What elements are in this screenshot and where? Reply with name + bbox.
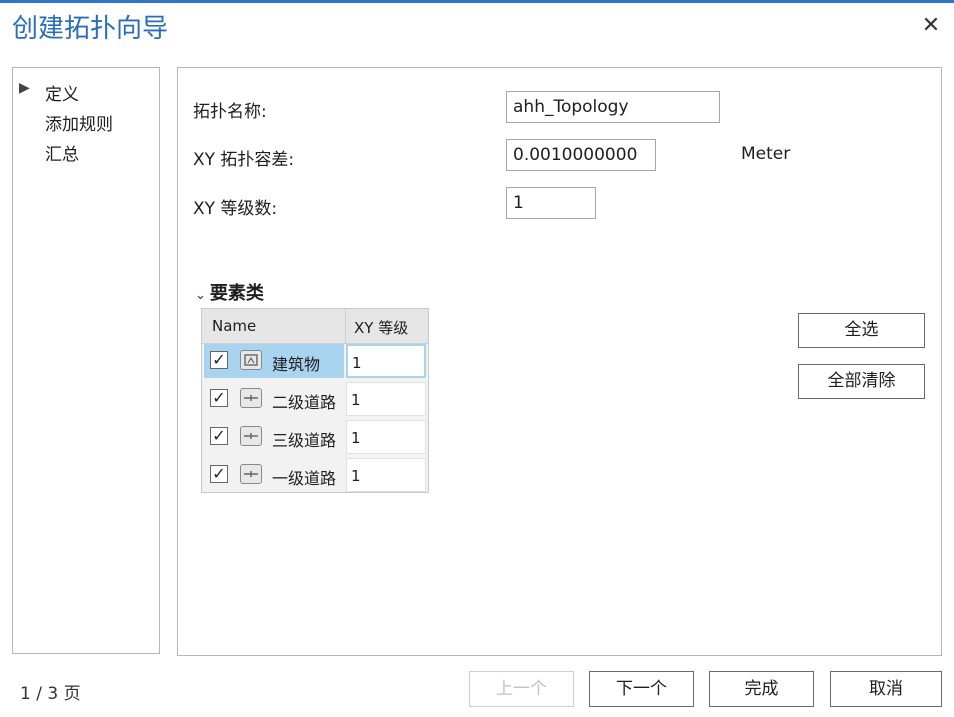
xy-rank-count-input[interactable]: 1 [506, 187, 596, 219]
checkbox[interactable]: ✓ [210, 389, 228, 407]
row-name: 建筑物 [272, 355, 321, 374]
polyline-layer-icon [240, 426, 262, 446]
row-name: 三级道路 [272, 431, 337, 450]
row-name-cell[interactable]: ✓ 二级道路 [204, 382, 344, 416]
polyline-layer-icon [240, 388, 262, 408]
topology-name-input[interactable]: ahh_Topology [506, 91, 720, 123]
page-indicator: 1 / 3 页 [20, 684, 81, 704]
feature-class-table: Name XY 等级 ✓ 建筑物 1 ✓ 二级道路 1 ✓ 三级道路 1 ✓ 一… [201, 308, 429, 493]
column-header-name[interactable]: Name [212, 317, 256, 335]
window-top-accent [0, 0, 954, 3]
feature-classes-section[interactable]: ⌄ 要素类 [195, 279, 264, 305]
table-row[interactable]: ✓ 建筑物 1 [202, 343, 428, 379]
xy-rank-cell[interactable]: 1 [346, 420, 426, 454]
column-header-xy-rank[interactable]: XY 等级 [354, 317, 408, 338]
checkbox[interactable]: ✓ [210, 351, 228, 369]
feature-classes-heading: 要素类 [209, 283, 264, 304]
xy-rank-cell[interactable]: 1 [346, 382, 426, 416]
xy-tolerance-unit: Meter [741, 144, 791, 164]
current-step-arrow-icon: ▶ [19, 80, 30, 96]
steps-sidebar: ▶ 定义 添加规则 汇总 [12, 67, 160, 654]
step-summary[interactable]: 汇总 [45, 140, 79, 165]
table-header: Name XY 等级 [202, 309, 428, 344]
xy-rank-cell[interactable]: 1 [346, 458, 426, 492]
cancel-button[interactable]: 取消 [830, 671, 942, 707]
xy-tolerance-input[interactable]: 0.0010000000 [506, 139, 656, 171]
select-all-button[interactable]: 全选 [798, 313, 925, 348]
xy-rank-count-label: XY 等级数: [193, 199, 278, 219]
topology-name-label: 拓扑名称: [193, 102, 267, 122]
row-name-cell[interactable]: ✓ 三级道路 [204, 420, 344, 454]
close-icon[interactable]: ✕ [919, 14, 943, 38]
previous-button[interactable]: 上一个 [469, 671, 574, 707]
polyline-layer-icon [240, 464, 262, 484]
clear-all-button[interactable]: 全部清除 [798, 364, 925, 399]
checkbox[interactable]: ✓ [210, 465, 228, 483]
checkbox[interactable]: ✓ [210, 427, 228, 445]
step-add-rules[interactable]: 添加规则 [45, 110, 113, 135]
table-row[interactable]: ✓ 二级道路 1 [202, 381, 428, 417]
finish-button[interactable]: 完成 [709, 671, 814, 707]
row-name-cell[interactable]: ✓ 一级道路 [204, 458, 344, 492]
step-define[interactable]: 定义 [45, 80, 79, 105]
xy-rank-cell[interactable]: 1 [346, 344, 426, 378]
row-name-cell[interactable]: ✓ 建筑物 [204, 344, 344, 378]
row-name: 一级道路 [272, 469, 337, 488]
chevron-down-icon[interactable]: ⌄ [195, 288, 206, 303]
dialog-title: 创建拓扑向导 [12, 14, 169, 44]
table-row[interactable]: ✓ 一级道路 1 [202, 457, 428, 493]
polygon-layer-icon [240, 350, 262, 370]
column-divider [345, 309, 346, 343]
row-name: 二级道路 [272, 393, 337, 412]
xy-tolerance-label: XY 拓扑容差: [193, 150, 295, 170]
table-row[interactable]: ✓ 三级道路 1 [202, 419, 428, 455]
next-button[interactable]: 下一个 [589, 671, 694, 707]
